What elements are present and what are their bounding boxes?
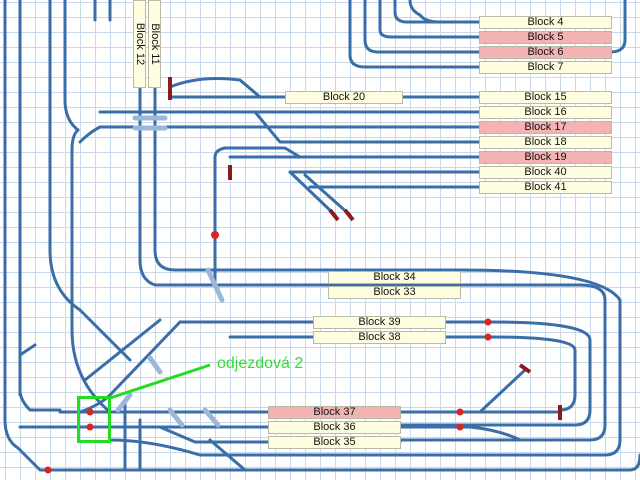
block-label: Block 4 bbox=[527, 16, 564, 28]
block-17[interactable]: Block 17 bbox=[479, 121, 612, 134]
highlight-box bbox=[77, 396, 111, 443]
block-label: Block 11 bbox=[148, 23, 161, 65]
annotation-label: odjezdová 2 bbox=[217, 355, 304, 372]
block-35[interactable]: Block 35 bbox=[268, 436, 401, 449]
block-12[interactable]: Block 12 bbox=[133, 0, 146, 88]
block-label: Block 18 bbox=[524, 136, 567, 148]
block-label: Block 15 bbox=[524, 91, 567, 103]
block-label: Block 19 bbox=[524, 151, 567, 163]
block-40[interactable]: Block 40 bbox=[479, 166, 612, 179]
block-label: Block 16 bbox=[524, 106, 567, 118]
block-label: Block 36 bbox=[313, 421, 356, 433]
block-33[interactable]: Block 33 bbox=[328, 286, 461, 299]
block-19[interactable]: Block 19 bbox=[479, 151, 612, 164]
block-11[interactable]: Block 11 bbox=[148, 0, 161, 88]
block-label: Block 38 bbox=[358, 331, 401, 343]
block-39[interactable]: Block 39 bbox=[313, 316, 446, 329]
block-15[interactable]: Block 15 bbox=[479, 91, 612, 104]
block-20[interactable]: Block 20 bbox=[285, 91, 403, 104]
block-7[interactable]: Block 7 bbox=[479, 61, 612, 74]
block-37[interactable]: Block 37 bbox=[268, 406, 401, 419]
block-label: Block 39 bbox=[358, 316, 401, 328]
block-label: Block 20 bbox=[322, 91, 366, 103]
block-label: Block 35 bbox=[313, 436, 356, 448]
track-layout-canvas[interactable]: Block 4 Block 5 Block 6 Block 7 Block 20… bbox=[0, 0, 640, 480]
block-18[interactable]: Block 18 bbox=[479, 136, 612, 149]
block-label: Block 17 bbox=[524, 121, 567, 133]
block-label: Block 41 bbox=[524, 181, 567, 193]
block-41[interactable]: Block 41 bbox=[479, 181, 612, 194]
block-label: Block 5 bbox=[527, 31, 564, 43]
block-label: Block 37 bbox=[313, 406, 356, 418]
block-6[interactable]: Block 6 bbox=[479, 46, 612, 59]
block-5[interactable]: Block 5 bbox=[479, 31, 612, 44]
block-label: Block 40 bbox=[524, 166, 567, 178]
block-16[interactable]: Block 16 bbox=[479, 106, 612, 119]
block-label: Block 7 bbox=[527, 61, 564, 73]
block-label: Block 34 bbox=[373, 271, 416, 283]
block-label: Block 12 bbox=[133, 22, 146, 66]
block-label: Block 6 bbox=[527, 46, 564, 58]
block-4[interactable]: Block 4 bbox=[479, 16, 612, 29]
block-34[interactable]: Block 34 bbox=[328, 271, 461, 284]
block-label: Block 33 bbox=[373, 286, 416, 298]
block-38[interactable]: Block 38 bbox=[313, 331, 446, 344]
block-36[interactable]: Block 36 bbox=[268, 421, 401, 434]
